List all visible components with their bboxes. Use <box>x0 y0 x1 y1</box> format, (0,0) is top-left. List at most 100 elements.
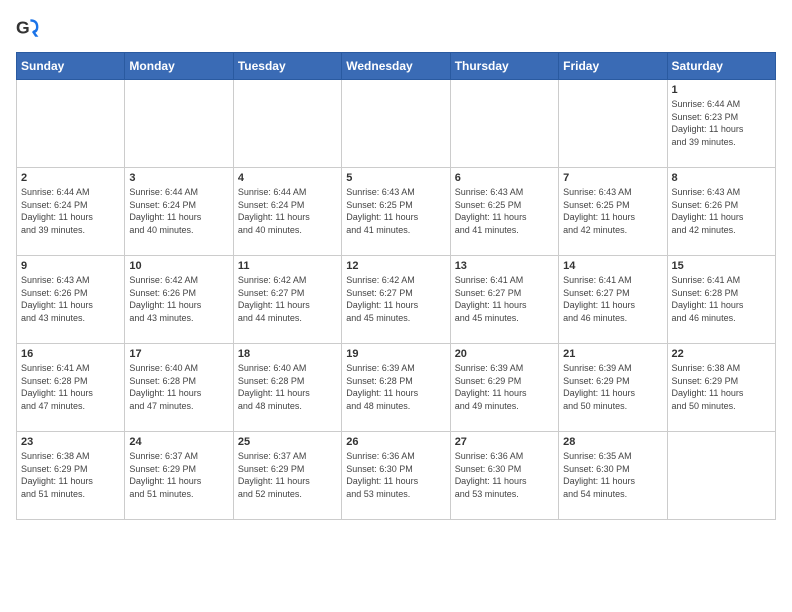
day-number: 3 <box>129 172 228 184</box>
calendar-cell <box>233 80 341 168</box>
day-info: Sunrise: 6:39 AM Sunset: 6:29 PM Dayligh… <box>563 362 662 412</box>
calendar-cell <box>667 432 775 520</box>
day-number: 18 <box>238 348 337 360</box>
day-number: 6 <box>455 172 554 184</box>
day-info: Sunrise: 6:37 AM Sunset: 6:29 PM Dayligh… <box>238 450 337 500</box>
calendar-cell: 21 Sunrise: 6:39 AM Sunset: 6:29 PM Dayli… <box>559 344 667 432</box>
day-info: Sunrise: 6:43 AM Sunset: 6:25 PM Dayligh… <box>563 186 662 236</box>
calendar-cell: 24 Sunrise: 6:37 AM Sunset: 6:29 PM Dayli… <box>125 432 233 520</box>
day-info: Sunrise: 6:44 AM Sunset: 6:24 PM Dayligh… <box>129 186 228 236</box>
day-info: Sunrise: 6:43 AM Sunset: 6:26 PM Dayligh… <box>672 186 771 236</box>
day-info: Sunrise: 6:39 AM Sunset: 6:28 PM Dayligh… <box>346 362 445 412</box>
day-number: 1 <box>672 84 771 96</box>
day-info: Sunrise: 6:43 AM Sunset: 6:25 PM Dayligh… <box>455 186 554 236</box>
calendar-cell: 1 Sunrise: 6:44 AM Sunset: 6:23 PM Daylig… <box>667 80 775 168</box>
calendar-cell: 28 Sunrise: 6:35 AM Sunset: 6:30 PM Dayli… <box>559 432 667 520</box>
day-number: 23 <box>21 436 120 448</box>
calendar-cell: 16 Sunrise: 6:41 AM Sunset: 6:28 PM Dayli… <box>17 344 125 432</box>
day-info: Sunrise: 6:41 AM Sunset: 6:27 PM Dayligh… <box>563 274 662 324</box>
calendar-cell: 2 Sunrise: 6:44 AM Sunset: 6:24 PM Daylig… <box>17 168 125 256</box>
day-info: Sunrise: 6:36 AM Sunset: 6:30 PM Dayligh… <box>346 450 445 500</box>
calendar-cell: 9 Sunrise: 6:43 AM Sunset: 6:26 PM Daylig… <box>17 256 125 344</box>
calendar-cell: 11 Sunrise: 6:42 AM Sunset: 6:27 PM Dayli… <box>233 256 341 344</box>
day-number: 8 <box>672 172 771 184</box>
calendar-cell: 8 Sunrise: 6:43 AM Sunset: 6:26 PM Daylig… <box>667 168 775 256</box>
calendar-header-friday: Friday <box>559 53 667 80</box>
week-row-1: 1 Sunrise: 6:44 AM Sunset: 6:23 PM Daylig… <box>17 80 776 168</box>
calendar-cell: 12Sunrise: 6:42 AM Sunset: 6:27 PM Dayli… <box>342 256 450 344</box>
calendar-cell <box>559 80 667 168</box>
day-info: Sunrise: 6:39 AM Sunset: 6:29 PM Dayligh… <box>455 362 554 412</box>
calendar-cell <box>125 80 233 168</box>
day-number: 24 <box>129 436 228 448</box>
calendar-cell <box>17 80 125 168</box>
day-number: 26 <box>346 436 445 448</box>
day-info: Sunrise: 6:36 AM Sunset: 6:30 PM Dayligh… <box>455 450 554 500</box>
calendar-cell: 14 Sunrise: 6:41 AM Sunset: 6:27 PM Dayli… <box>559 256 667 344</box>
day-info: Sunrise: 6:44 AM Sunset: 6:24 PM Dayligh… <box>21 186 120 236</box>
calendar-cell: 3 Sunrise: 6:44 AM Sunset: 6:24 PM Daylig… <box>125 168 233 256</box>
day-number: 28 <box>563 436 662 448</box>
day-number: 7 <box>563 172 662 184</box>
day-number: 15 <box>672 260 771 272</box>
calendar-header-saturday: Saturday <box>667 53 775 80</box>
calendar-cell: 7 Sunrise: 6:43 AM Sunset: 6:25 PM Daylig… <box>559 168 667 256</box>
day-info: Sunrise: 6:41 AM Sunset: 6:28 PM Dayligh… <box>672 274 771 324</box>
day-number: 17 <box>129 348 228 360</box>
day-number: 21 <box>563 348 662 360</box>
calendar-table: SundayMondayTuesdayWednesdayThursdayFrid… <box>16 52 776 520</box>
day-info: Sunrise: 6:37 AM Sunset: 6:29 PM Dayligh… <box>129 450 228 500</box>
calendar-cell: 13 Sunrise: 6:41 AM Sunset: 6:27 PM Dayli… <box>450 256 558 344</box>
day-number: 13 <box>455 260 554 272</box>
day-info: Sunrise: 6:40 AM Sunset: 6:28 PM Dayligh… <box>129 362 228 412</box>
day-info: Sunrise: 6:35 AM Sunset: 6:30 PM Dayligh… <box>563 450 662 500</box>
calendar-cell: 5 Sunrise: 6:43 AM Sunset: 6:25 PM Daylig… <box>342 168 450 256</box>
calendar-cell: 4Sunrise: 6:44 AM Sunset: 6:24 PM Daylig… <box>233 168 341 256</box>
day-info: Sunrise: 6:44 AM Sunset: 6:23 PM Dayligh… <box>672 98 771 148</box>
calendar-cell <box>450 80 558 168</box>
calendar-cell: 22 Sunrise: 6:38 AM Sunset: 6:29 PM Dayli… <box>667 344 775 432</box>
header: G <box>16 16 776 40</box>
day-info: Sunrise: 6:40 AM Sunset: 6:28 PM Dayligh… <box>238 362 337 412</box>
day-number: 10 <box>129 260 228 272</box>
day-number: 9 <box>21 260 120 272</box>
calendar-cell: 25 Sunrise: 6:37 AM Sunset: 6:29 PM Dayli… <box>233 432 341 520</box>
week-row-2: 2 Sunrise: 6:44 AM Sunset: 6:24 PM Daylig… <box>17 168 776 256</box>
calendar-header-thursday: Thursday <box>450 53 558 80</box>
calendar-header-sunday: Sunday <box>17 53 125 80</box>
day-info: Sunrise: 6:42 AM Sunset: 6:26 PM Dayligh… <box>129 274 228 324</box>
calendar-cell: 27 Sunrise: 6:36 AM Sunset: 6:30 PM Dayli… <box>450 432 558 520</box>
day-info: Sunrise: 6:43 AM Sunset: 6:25 PM Dayligh… <box>346 186 445 236</box>
calendar-cell: 26 Sunrise: 6:36 AM Sunset: 6:30 PM Dayli… <box>342 432 450 520</box>
day-number: 16 <box>21 348 120 360</box>
day-number: 4 <box>238 172 337 184</box>
calendar-cell: 18 Sunrise: 6:40 AM Sunset: 6:28 PM Dayli… <box>233 344 341 432</box>
day-info: Sunrise: 6:41 AM Sunset: 6:27 PM Dayligh… <box>455 274 554 324</box>
day-info: Sunrise: 6:41 AM Sunset: 6:28 PM Dayligh… <box>21 362 120 412</box>
day-number: 11 <box>238 260 337 272</box>
day-number: 2 <box>21 172 120 184</box>
week-row-4: 16 Sunrise: 6:41 AM Sunset: 6:28 PM Dayli… <box>17 344 776 432</box>
day-info: Sunrise: 6:38 AM Sunset: 6:29 PM Dayligh… <box>21 450 120 500</box>
calendar-header-tuesday: Tuesday <box>233 53 341 80</box>
day-number: 19 <box>346 348 445 360</box>
day-number: 25 <box>238 436 337 448</box>
calendar-cell: 6 Sunrise: 6:43 AM Sunset: 6:25 PM Daylig… <box>450 168 558 256</box>
day-number: 5 <box>346 172 445 184</box>
day-number: 12 <box>346 260 445 272</box>
day-info: Sunrise: 6:42 AM Sunset: 6:27 PM Dayligh… <box>238 274 337 324</box>
day-number: 20 <box>455 348 554 360</box>
logo: G <box>16 16 44 40</box>
day-number: 27 <box>455 436 554 448</box>
day-info: Sunrise: 6:38 AM Sunset: 6:29 PM Dayligh… <box>672 362 771 412</box>
day-number: 22 <box>672 348 771 360</box>
calendar-cell: 20 Sunrise: 6:39 AM Sunset: 6:29 PM Dayli… <box>450 344 558 432</box>
calendar-cell: 17 Sunrise: 6:40 AM Sunset: 6:28 PM Dayli… <box>125 344 233 432</box>
week-row-5: 23 Sunrise: 6:38 AM Sunset: 6:29 PM Dayli… <box>17 432 776 520</box>
day-info: Sunrise: 6:43 AM Sunset: 6:26 PM Dayligh… <box>21 274 120 324</box>
svg-text:G: G <box>16 18 30 38</box>
day-number: 14 <box>563 260 662 272</box>
logo-icon: G <box>16 16 40 40</box>
calendar-cell: 10 Sunrise: 6:42 AM Sunset: 6:26 PM Dayli… <box>125 256 233 344</box>
calendar-header-wednesday: Wednesday <box>342 53 450 80</box>
